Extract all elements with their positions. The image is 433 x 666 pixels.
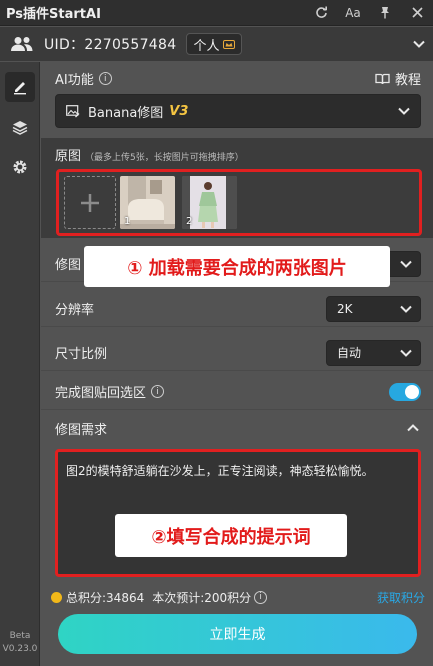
aspect-ratio-row: 尺寸比例 自动	[41, 335, 433, 371]
requirement-title: 修图需求	[55, 422, 108, 438]
image-edit-icon	[66, 104, 80, 117]
sidebar-settings-button[interactable]	[5, 152, 35, 182]
toggle-knob	[405, 384, 419, 399]
total-points: 总积分:34864	[66, 590, 145, 605]
user-expand-chevron-icon[interactable]	[405, 40, 433, 48]
image-thumbnail-1[interactable]: 1	[120, 176, 175, 229]
main-panel: AI功能 i 教程 Banana修图 V3 原图 （最多上传5张，长按图片可拖拽排…	[41, 62, 433, 666]
book-icon	[375, 73, 390, 84]
paste-back-info-icon[interactable]: i	[151, 385, 165, 398]
chevron-up-icon	[407, 424, 419, 432]
sidebar: Beta V0.23.0	[0, 62, 40, 666]
sidebar-layers-button[interactable]	[5, 112, 35, 142]
paste-back-toggle[interactable]	[389, 382, 421, 401]
version-number: V0.23.0	[2, 644, 38, 654]
version-info: Beta V0.23.0	[0, 630, 40, 656]
ai-function-value: Banana修图	[88, 105, 164, 121]
crown-icon	[223, 39, 236, 49]
refresh-icon[interactable]	[305, 0, 337, 26]
ai-function-info-icon[interactable]: i	[98, 72, 112, 85]
image-thumbnail-2[interactable]: 2	[182, 176, 237, 229]
account-type-badge: 个人	[186, 33, 243, 55]
users-icon	[0, 36, 44, 52]
annotation-callout-prompt: ②填写合成的提示词	[115, 514, 347, 557]
retouch-label: 修图	[55, 258, 82, 273]
aspect-ratio-select[interactable]: 自动	[326, 339, 421, 366]
thumbnail-number: 1	[124, 216, 131, 227]
plus-icon	[81, 193, 99, 212]
resolution-row: 分辨率 2K	[41, 291, 433, 327]
points-info-icon[interactable]: i	[254, 590, 268, 604]
sidebar-edit-button[interactable]	[4, 72, 35, 102]
chevron-down-icon	[400, 260, 412, 268]
tutorial-label: 教程	[394, 73, 421, 88]
original-images-hint: （最多上传5张，长按图片可拖拽排序）	[85, 153, 244, 163]
aspect-ratio-value: 自动	[337, 346, 362, 360]
chevron-down-icon	[398, 107, 410, 115]
original-images-label: 原图	[55, 149, 82, 164]
title-bar: Ps插件StartAI Aa	[0, 0, 433, 26]
gear-icon	[13, 160, 26, 174]
original-images-title: 原图 （最多上传5张，长按图片可拖拽排序）	[55, 145, 244, 164]
ai-function-heading: AI功能 i	[55, 69, 112, 88]
account-type-label: 个人	[193, 38, 220, 54]
add-image-button[interactable]	[64, 176, 116, 229]
get-points-link[interactable]: 获取积分	[377, 589, 425, 606]
chevron-down-icon	[400, 305, 412, 313]
app-title: Ps插件StartAI	[6, 7, 101, 22]
thumbnail-number: 2	[186, 216, 193, 227]
pin-icon[interactable]	[369, 0, 401, 26]
close-icon[interactable]	[401, 0, 433, 26]
tutorial-link[interactable]: 教程	[375, 69, 421, 88]
original-images-panel: 原图 （最多上传5张，长按图片可拖拽排序） 1 2	[41, 138, 433, 238]
estimated-cost: 本次预计:200积分	[152, 590, 252, 605]
points-row: 总积分:34864 本次预计:200积分 i 获取积分	[41, 582, 433, 612]
paste-back-label: 完成图贴回选区	[55, 386, 147, 401]
resolution-value: 2K	[337, 301, 353, 316]
version-tag: V3	[169, 103, 189, 119]
ai-function-select[interactable]: Banana修图 V3	[55, 94, 421, 128]
layers-icon	[12, 121, 27, 135]
chevron-down-icon	[400, 349, 412, 357]
user-bar: UID：2270557484 个人	[0, 27, 433, 61]
requirement-text: 图2的模特舒适躺在沙发上，正专注阅读，神态轻松愉悦。	[66, 464, 374, 478]
resolution-select[interactable]: 2K	[326, 295, 421, 322]
coin-icon	[51, 591, 62, 603]
paste-back-row: 完成图贴回选区 i	[41, 374, 433, 410]
pencil-icon	[13, 82, 26, 95]
aspect-ratio-label: 尺寸比例	[55, 347, 108, 362]
resolution-label: 分辨率	[55, 303, 95, 318]
generate-button[interactable]: 立即生成	[58, 614, 417, 654]
annotation-callout-load-images: ① 加载需要合成的两张图片	[84, 246, 390, 287]
requirement-header[interactable]: 修图需求	[41, 410, 433, 446]
font-size-button[interactable]: Aa	[337, 0, 369, 26]
requirement-textarea[interactable]: 图2的模特舒适躺在沙发上，正专注阅读，神态轻松愉悦。	[55, 449, 421, 577]
ai-function-label: AI功能	[55, 73, 94, 88]
uid-text: UID：2270557484	[44, 37, 177, 53]
version-beta: Beta	[9, 631, 31, 641]
